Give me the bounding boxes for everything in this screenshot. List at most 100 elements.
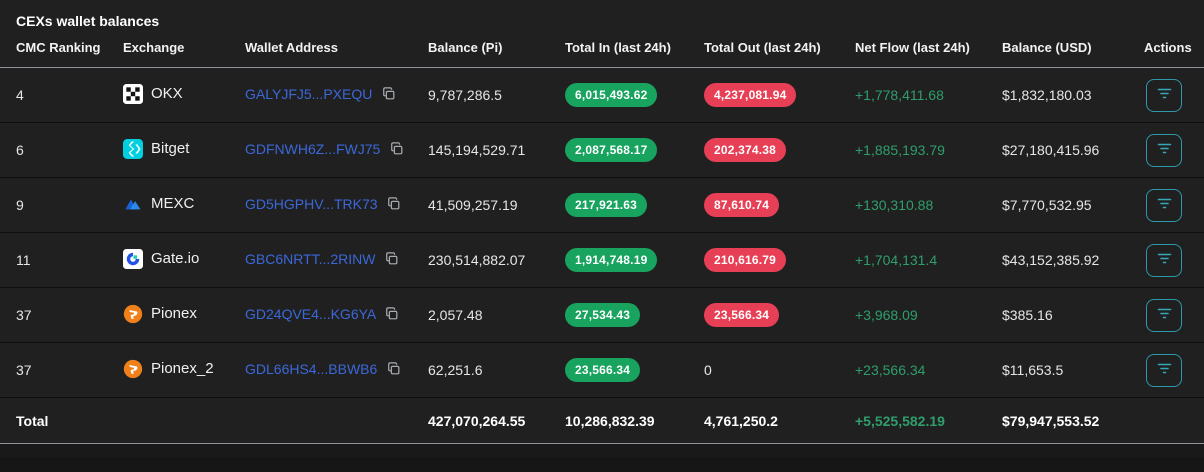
total-out-cell: 210,616.79	[688, 232, 839, 288]
exchange-cell: Bitget	[107, 122, 229, 178]
filter-action-button[interactable]	[1146, 298, 1182, 332]
total-out-cell: 23,566.34	[688, 287, 839, 343]
actions-cell	[1128, 177, 1204, 233]
panel-bottom-strip	[0, 444, 1204, 457]
net-flow-cell: +1,704,131.4	[839, 232, 986, 288]
column-header-exchange: Exchange	[107, 40, 229, 68]
net-flow-cell: +1,778,411.68	[839, 67, 986, 123]
table-row: 9 MEXC GD5HGPHV...TRK73 41,509,257.19 21…	[0, 177, 1204, 233]
exchange-logo-icon	[123, 194, 143, 214]
cmc-ranking-cell: 37	[0, 342, 107, 398]
exchange-name: Pionex_2	[151, 360, 214, 377]
page-title: CEXs wallet balances	[16, 13, 160, 29]
total-out-badge: 210,616.79	[704, 248, 787, 272]
balance-usd-cell: $1,832,180.03	[986, 67, 1128, 123]
table-row: 37 Pionex_2 GDL66HS4...BBWB6 62,251.6 23…	[0, 342, 1204, 398]
total-balance-pi: 427,070,264.55	[412, 397, 549, 444]
exchange-logo-icon	[123, 248, 143, 269]
wallet-address-link[interactable]: GBC6NRTT...2RINW	[245, 251, 375, 267]
exchange-logo-icon	[123, 138, 143, 159]
total-out-cell: 0	[688, 342, 839, 398]
balance-usd-cell: $7,770,532.95	[986, 177, 1128, 233]
copy-icon[interactable]	[387, 362, 401, 379]
column-header-cmc-ranking: CMC Ranking	[0, 40, 107, 68]
net-flow-value: +3,968.09	[855, 307, 918, 323]
balance-usd-value: $7,770,532.95	[1002, 197, 1092, 213]
total-in-cell: 1,914,748.19	[549, 232, 688, 288]
total-out-cell: 202,374.38	[688, 122, 839, 178]
column-header-wallet-address: Wallet Address	[229, 40, 412, 68]
exchange-name: Bitget	[151, 140, 190, 157]
table-header-row: CMC Ranking Exchange Wallet Address Bala…	[0, 40, 1204, 68]
balance-pi-value: 2,057.48	[428, 307, 483, 323]
balance-usd-value: $11,653.5	[1002, 362, 1064, 378]
wallet-address-link[interactable]: GD24QVE4...KG6YA	[245, 306, 375, 322]
total-out-cell: 87,610.74	[688, 177, 839, 233]
net-flow-cell: +1,885,193.79	[839, 122, 986, 178]
actions-cell	[1128, 67, 1204, 123]
filter-action-button[interactable]	[1146, 188, 1182, 222]
filter-icon	[1157, 307, 1172, 323]
column-header-balance-usd: Balance (USD)	[986, 40, 1128, 68]
copy-icon[interactable]	[382, 87, 396, 104]
exchange-name: MEXC	[151, 195, 195, 212]
total-in-cell: 217,921.63	[549, 177, 688, 233]
balance-pi-cell: 41,509,257.19	[412, 177, 549, 233]
filter-action-button[interactable]	[1146, 353, 1182, 387]
balance-pi-value: 41,509,257.19	[428, 197, 518, 213]
wallet-address-cell: GALYJFJ5...PXEQU	[229, 67, 412, 123]
net-flow-cell: +3,968.09	[839, 287, 986, 343]
net-flow-value: +23,566.34	[855, 362, 926, 378]
wallet-address-cell: GD5HGPHV...TRK73	[229, 177, 412, 233]
total-in-badge: 23,566.34	[565, 358, 641, 382]
column-header-balance-pi: Balance (Pi)	[412, 40, 549, 68]
actions-cell	[1128, 287, 1204, 343]
copy-icon[interactable]	[385, 307, 399, 324]
filter-icon	[1157, 252, 1172, 268]
actions-cell	[1128, 232, 1204, 288]
filter-action-button[interactable]	[1146, 133, 1182, 167]
total-balance-usd: $79,947,553.52	[986, 397, 1128, 444]
total-out-sum: 4,761,250.2	[688, 397, 839, 444]
filter-icon	[1157, 87, 1172, 103]
exchange-logo-icon	[123, 359, 143, 379]
table-row: 4 OKX GALYJFJ5...PXEQU 9,787,286.5 6,015…	[0, 67, 1204, 123]
total-in-badge: 6,015,493.62	[565, 83, 658, 107]
cmc-ranking-value: 9	[16, 197, 24, 213]
total-out-badge: 87,610.74	[704, 193, 780, 217]
cmc-ranking-value: 37	[16, 362, 32, 378]
cmc-ranking-cell: 37	[0, 287, 107, 343]
total-out-cell: 4,237,081.94	[688, 67, 839, 123]
net-flow-value: +130,310.88	[855, 197, 934, 213]
wallet-address-cell: GDFNWH6Z...FWJ75	[229, 122, 412, 178]
balance-usd-value: $385.16	[1002, 307, 1053, 323]
copy-icon[interactable]	[390, 142, 404, 159]
wallet-address-link[interactable]: GDFNWH6Z...FWJ75	[245, 141, 380, 157]
net-flow-cell: +23,566.34	[839, 342, 986, 398]
cmc-ranking-cell: 4	[0, 67, 107, 123]
wallet-address-link[interactable]: GD5HGPHV...TRK73	[245, 196, 378, 212]
balance-usd-cell: $11,653.5	[986, 342, 1128, 398]
cmc-ranking-value: 11	[16, 252, 31, 268]
table-row: 37 Pionex GD24QVE4...KG6YA 2,057.48 27,5…	[0, 287, 1204, 343]
balance-pi-cell: 145,194,529.71	[412, 122, 549, 178]
wallet-address-link[interactable]: GALYJFJ5...PXEQU	[245, 86, 372, 102]
total-in-badge: 1,914,748.19	[565, 248, 658, 272]
balance-usd-cell: $385.16	[986, 287, 1128, 343]
exchange-cell: OKX	[107, 67, 229, 123]
total-label: Total	[0, 397, 107, 444]
wallet-balances-table: CMC Ranking Exchange Wallet Address Bala…	[0, 40, 1204, 444]
total-out-badge: 23,566.34	[704, 303, 780, 327]
balance-pi-value: 62,251.6	[428, 362, 483, 378]
filter-action-button[interactable]	[1146, 78, 1182, 112]
filter-action-button[interactable]	[1146, 243, 1182, 277]
balance-usd-cell: $27,180,415.96	[986, 122, 1128, 178]
copy-icon[interactable]	[385, 252, 399, 269]
wallet-address-link[interactable]: GDL66HS4...BBWB6	[245, 361, 377, 377]
net-flow-value: +1,778,411.68	[855, 87, 944, 103]
copy-icon[interactable]	[387, 197, 401, 214]
table-row: 11 Gate.io GBC6NRTT...2RINW 230,514,882.…	[0, 232, 1204, 288]
wallet-address-cell: GD24QVE4...KG6YA	[229, 287, 412, 343]
net-flow-value: +1,885,193.79	[855, 142, 945, 158]
total-row: Total 427,070,264.55 10,286,832.39 4,761…	[0, 397, 1204, 444]
